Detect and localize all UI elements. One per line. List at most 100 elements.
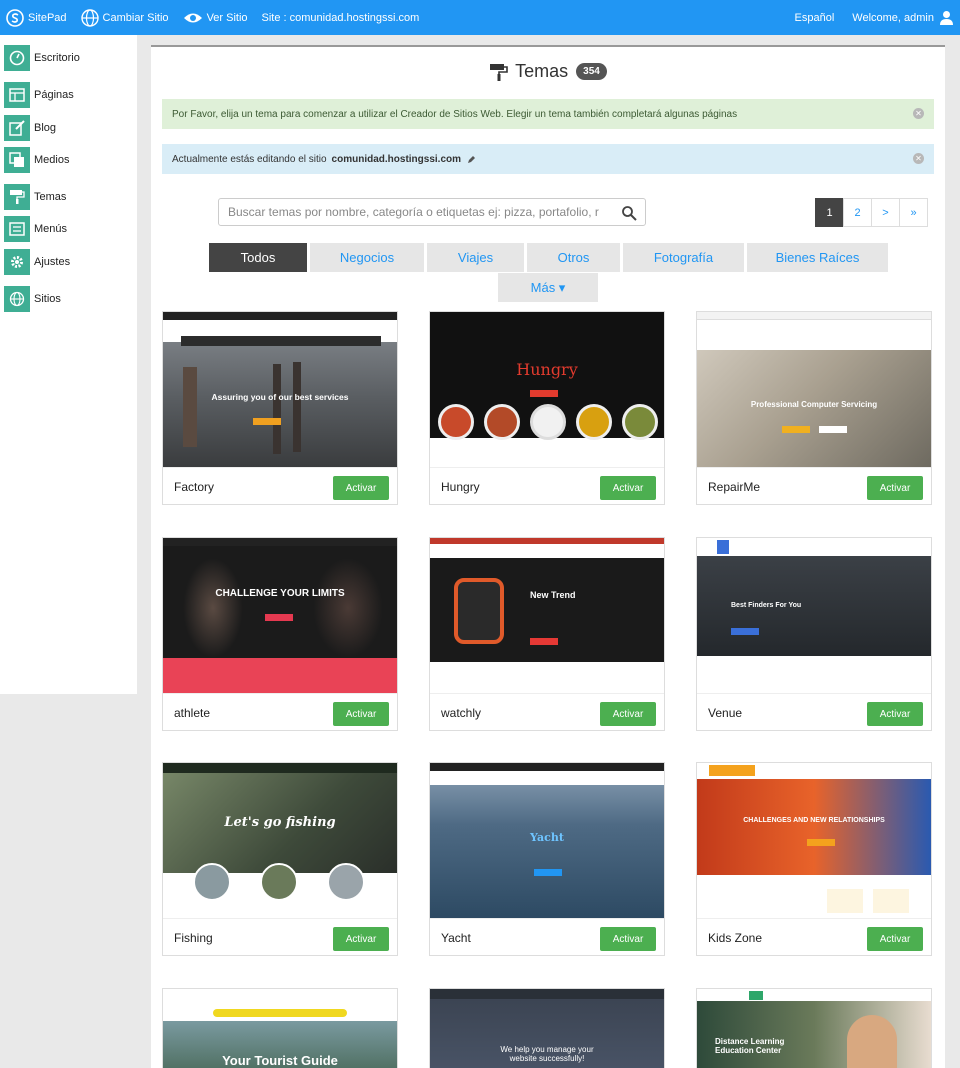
gear-icon xyxy=(4,249,30,275)
tab-fotografia[interactable]: Fotografía xyxy=(623,243,744,272)
theme-card-venue[interactable]: Best Finders For You Venue Activar xyxy=(696,537,932,731)
activate-button[interactable]: Activar xyxy=(600,702,656,726)
activate-button[interactable]: Activar xyxy=(333,927,389,951)
next-page-button[interactable]: > xyxy=(871,198,900,227)
thumbnail-header xyxy=(430,771,664,785)
tab-otros[interactable]: Otros xyxy=(527,243,620,272)
theme-card-soft-landing[interactable]: We help you manage your website successf… xyxy=(429,988,665,1068)
activate-button[interactable]: Activar xyxy=(600,927,656,951)
thumbnail-headline: We help you manage your website successf… xyxy=(500,1045,594,1063)
tab-more-dropdown[interactable]: Más ▾ xyxy=(498,273,598,302)
globe-icon xyxy=(80,8,99,27)
sidebar-item-paginas[interactable]: Páginas xyxy=(4,82,74,108)
tab-viajes[interactable]: Viajes xyxy=(427,243,524,272)
theme-card-hungry[interactable]: Hungry Hungry Activar xyxy=(429,311,665,505)
tab-bienes-raices[interactable]: Bienes Raíces xyxy=(747,243,888,272)
sidebar-item-label: Menús xyxy=(34,223,68,235)
sidebar-item-sitios[interactable]: Sitios xyxy=(4,286,61,312)
page-header: Temas 354 xyxy=(151,61,945,82)
theme-thumbnail: Best Finders For You xyxy=(697,538,931,693)
thumbnail-topbar xyxy=(430,989,664,999)
theme-card-guide[interactable]: Your Tourist Guide xyxy=(162,988,398,1068)
search-icon[interactable] xyxy=(621,205,637,221)
theme-name: Kids Zone xyxy=(708,931,763,945)
thumbnail-header xyxy=(697,989,931,1001)
sidebar-item-escritorio[interactable]: Escritorio xyxy=(4,45,80,71)
thumbnail-logo xyxy=(709,765,755,776)
theme-card-yacht[interactable]: Yacht Yacht Activar xyxy=(429,762,665,956)
thumbnail-button xyxy=(265,614,293,621)
activate-button[interactable]: Activar xyxy=(867,702,923,726)
card-footer: Hungry Activar xyxy=(430,467,664,504)
theme-search-input[interactable]: Buscar temas por nombre, categoría o eti… xyxy=(218,198,646,226)
theme-card-repairme[interactable]: Professional Computer Servicing RepairMe… xyxy=(696,311,932,505)
thumbnail-footer xyxy=(430,438,664,467)
sidebar: Escritorio Páginas Blog Medios Temas Men… xyxy=(0,35,137,694)
sitepad-brand[interactable]: SitePad xyxy=(6,8,67,27)
thumbnail-person xyxy=(847,1015,897,1068)
sidebar-item-label: Temas xyxy=(34,191,67,203)
card-footer: Fishing Activar xyxy=(163,918,397,955)
theme-name: athlete xyxy=(174,706,211,720)
theme-card-factory[interactable]: Assuring you of our best services Factor… xyxy=(162,311,398,505)
page-2-button[interactable]: 2 xyxy=(843,198,872,227)
theme-card-athlete[interactable]: CHALLENGE YOUR LIMITS athlete Activar xyxy=(162,537,398,731)
user-icon[interactable] xyxy=(939,10,954,25)
thumbnail-menu xyxy=(181,336,381,346)
thumbnail-button xyxy=(530,638,558,645)
themes-panel: Temas 354 Por Favor, elija un tema para … xyxy=(151,45,945,1068)
theme-thumbnail: We help you manage your website successf… xyxy=(430,989,664,1068)
sitepad-logo-icon xyxy=(6,8,24,27)
theme-card-fishing[interactable]: Let's go fishing Fishing Activar xyxy=(162,762,398,956)
theme-thumbnail: Professional Computer Servicing xyxy=(697,312,931,467)
card-footer: Yacht Activar xyxy=(430,918,664,955)
close-icon[interactable]: ✕ xyxy=(913,153,924,164)
info-alert-text: Actualmente estás editando el sitio xyxy=(172,153,327,165)
theme-thumbnail: Assuring you of our best services xyxy=(163,312,397,467)
theme-card-distance-learning[interactable]: Distance Learning Education Center xyxy=(696,988,932,1068)
tab-todos[interactable]: Todos xyxy=(209,243,307,272)
sidebar-item-ajustes[interactable]: Ajustes xyxy=(4,249,70,275)
close-icon[interactable]: ✕ xyxy=(913,108,924,119)
theme-name: Hungry xyxy=(441,480,480,494)
brand-label: SitePad xyxy=(28,11,67,24)
sidebar-item-temas[interactable]: Temas xyxy=(4,184,66,210)
blog-icon xyxy=(4,115,30,141)
activate-button[interactable]: Activar xyxy=(867,476,923,500)
welcome-user[interactable]: Welcome, admin xyxy=(852,12,934,24)
activate-button[interactable]: Activar xyxy=(867,927,923,951)
page-1-button[interactable]: 1 xyxy=(815,198,844,227)
activate-button[interactable]: Activar xyxy=(333,702,389,726)
theme-thumbnail: CHALLENGE YOUR LIMITS xyxy=(163,538,397,693)
last-page-button[interactable]: » xyxy=(899,198,928,227)
activate-button[interactable]: Activar xyxy=(333,476,389,500)
top-bar: SitePad Cambiar Sitio Ver Sitio Site : c… xyxy=(0,0,960,35)
thumbnail-headline: Let's go fishing xyxy=(224,815,336,830)
theme-name: Fishing xyxy=(174,931,213,945)
thumbnail-headline: Assuring you of our best services xyxy=(211,392,349,402)
view-site-link[interactable]: Ver Sitio xyxy=(183,11,248,25)
menu-icon xyxy=(4,216,30,242)
thumbnail-topbar xyxy=(697,312,931,320)
tab-negocios[interactable]: Negocios xyxy=(310,243,424,272)
card-footer: watchly Activar xyxy=(430,693,664,730)
paint-roller-icon xyxy=(490,63,508,81)
sidebar-item-medios[interactable]: Medios xyxy=(4,147,69,173)
edit-pencil-icon[interactable] xyxy=(467,155,476,164)
card-footer: RepairMe Activar xyxy=(697,467,931,504)
language-selector[interactable]: Español xyxy=(795,12,835,24)
sidebar-item-menus[interactable]: Menús xyxy=(4,216,67,242)
thumbnail-button xyxy=(819,426,847,433)
theme-card-watchly[interactable]: New Trend watchly Activar xyxy=(429,537,665,731)
theme-thumbnail: Distance Learning Education Center xyxy=(697,989,931,1068)
card-footer: Kids Zone Activar xyxy=(697,918,931,955)
change-site-link[interactable]: Cambiar Sitio xyxy=(80,8,169,27)
sidebar-item-blog[interactable]: Blog xyxy=(4,115,56,141)
success-alert: Por Favor, elija un tema para comenzar a… xyxy=(162,99,934,129)
activate-button[interactable]: Activar xyxy=(600,476,656,500)
pagination: 1 2 > » xyxy=(815,198,928,227)
theme-thumbnail: Your Tourist Guide xyxy=(163,989,397,1068)
thumbnail-chimney xyxy=(183,367,197,447)
theme-name: Venue xyxy=(708,706,743,720)
theme-card-kids-zone[interactable]: CHALLENGES AND NEW RELATIONSHIPS Kids Zo… xyxy=(696,762,932,956)
